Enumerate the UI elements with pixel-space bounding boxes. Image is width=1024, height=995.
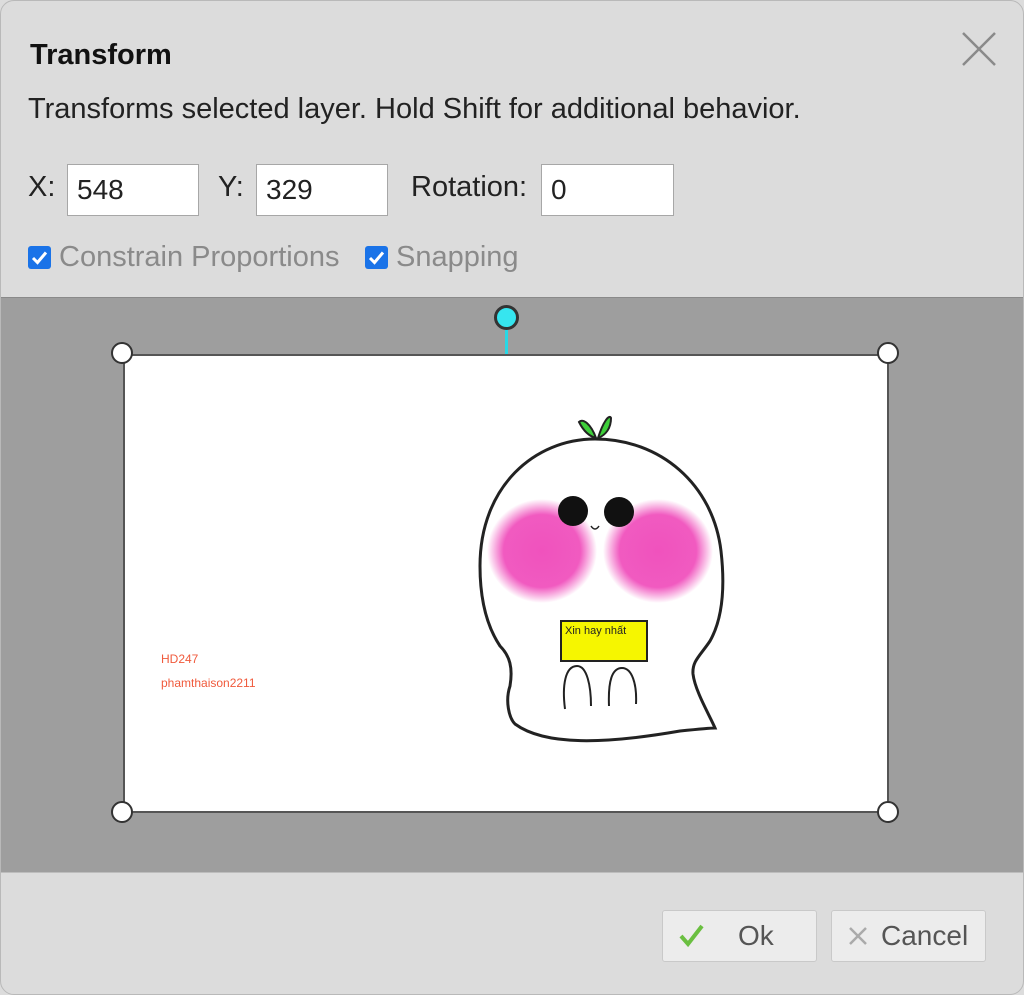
close-icon bbox=[962, 32, 996, 66]
ok-button[interactable]: Ok bbox=[662, 910, 817, 962]
checkmark-icon bbox=[679, 924, 704, 948]
x-label: X: bbox=[28, 171, 56, 203]
sign-text: Xin hay nhất bbox=[565, 625, 627, 637]
layer-preview[interactable]: HD247 phamthaison2211 Xin hay nhất bbox=[123, 354, 889, 813]
rotation-input[interactable] bbox=[541, 164, 674, 216]
dialog-title: Transform bbox=[30, 39, 172, 71]
cancel-button[interactable]: Cancel bbox=[831, 910, 986, 962]
snapping-option[interactable]: Snapping bbox=[365, 241, 519, 274]
x-input[interactable] bbox=[67, 164, 199, 216]
dialog-description: Transforms selected layer. Hold Shift fo… bbox=[28, 93, 801, 125]
constrain-proportions-option[interactable]: Constrain Proportions bbox=[28, 241, 339, 274]
handle-bottom-right[interactable] bbox=[877, 801, 899, 823]
rotate-handle[interactable] bbox=[494, 305, 519, 330]
ghost-illustration bbox=[478, 416, 725, 743]
y-label: Y: bbox=[218, 171, 244, 203]
x-icon bbox=[849, 927, 867, 945]
cancel-label: Cancel bbox=[881, 920, 969, 951]
constrain-proportions-label: Constrain Proportions bbox=[59, 241, 340, 273]
snapping-checkbox[interactable] bbox=[365, 246, 388, 269]
y-input[interactable] bbox=[256, 164, 388, 216]
rotation-label: Rotation: bbox=[411, 171, 528, 203]
rotation-connector bbox=[505, 328, 508, 354]
snapping-label: Snapping bbox=[396, 241, 519, 273]
checkmark-icon bbox=[31, 251, 48, 265]
ok-label: Ok bbox=[738, 920, 774, 951]
constrain-proportions-checkbox[interactable] bbox=[28, 246, 51, 269]
handle-top-right[interactable] bbox=[877, 342, 899, 364]
handle-top-left[interactable] bbox=[111, 342, 133, 364]
checkmark-icon bbox=[368, 251, 385, 265]
close-button[interactable] bbox=[959, 29, 999, 69]
handle-bottom-left[interactable] bbox=[111, 801, 133, 823]
transform-dialog: Transform Transforms selected layer. Hol… bbox=[0, 0, 1024, 995]
